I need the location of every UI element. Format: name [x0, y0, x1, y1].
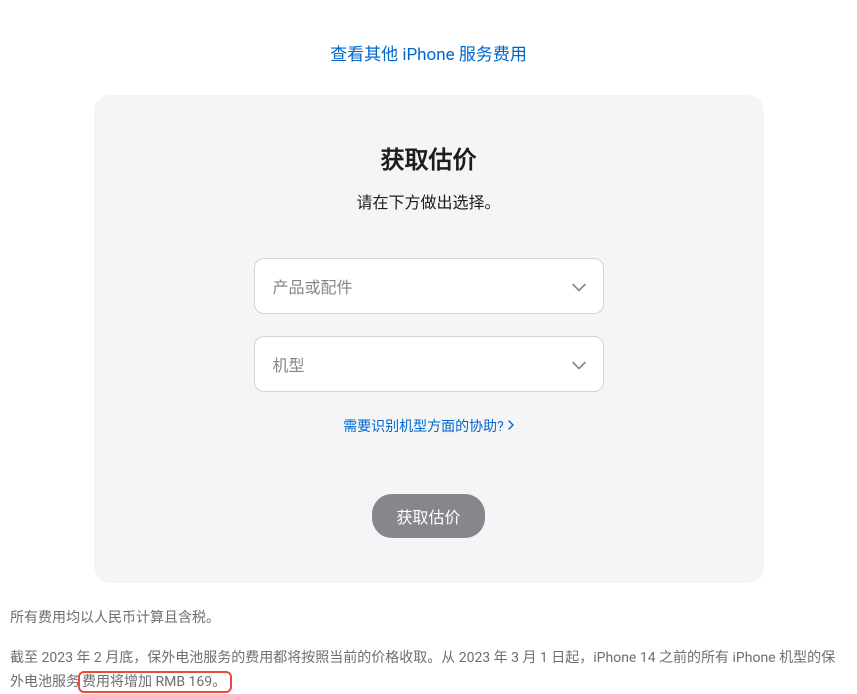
top-link-wrap: 查看其他 iPhone 服务费用: [10, 0, 847, 95]
select-model-wrap: 机型: [254, 336, 604, 392]
chevron-right-icon: [508, 418, 514, 434]
select-product-placeholder: 产品或配件: [273, 274, 353, 298]
select-product[interactable]: 产品或配件: [254, 258, 604, 314]
footer-line-2: 截至 2023 年 2 月底，保外电池服务的费用都将按照当前的价格收取。从 20…: [10, 647, 847, 694]
select-model-placeholder: 机型: [273, 352, 305, 376]
other-services-link[interactable]: 查看其他 iPhone 服务费用: [330, 45, 527, 65]
submit-wrap: 获取估价: [134, 494, 724, 538]
footer-notes: 所有费用均以人民币计算且含税。 截至 2023 年 2 月底，保外电池服务的费用…: [10, 583, 847, 694]
get-estimate-button[interactable]: 获取估价: [372, 494, 484, 538]
select-model[interactable]: 机型: [254, 336, 604, 392]
price-increase-highlight: 费用将增加 RMB 169。: [78, 671, 232, 693]
card-subtitle: 请在下方做出选择。: [134, 189, 724, 213]
card-title: 获取估价: [134, 140, 724, 175]
select-product-wrap: 产品或配件: [254, 258, 604, 314]
estimate-card: 获取估价 请在下方做出选择。 产品或配件 机型 需要识别机型方面: [94, 95, 764, 583]
identify-model-help-link[interactable]: 需要识别机型方面的协助?: [343, 416, 514, 436]
help-link-label: 需要识别机型方面的协助?: [343, 416, 504, 436]
footer-line-1: 所有费用均以人民币计算且含税。: [10, 607, 847, 631]
